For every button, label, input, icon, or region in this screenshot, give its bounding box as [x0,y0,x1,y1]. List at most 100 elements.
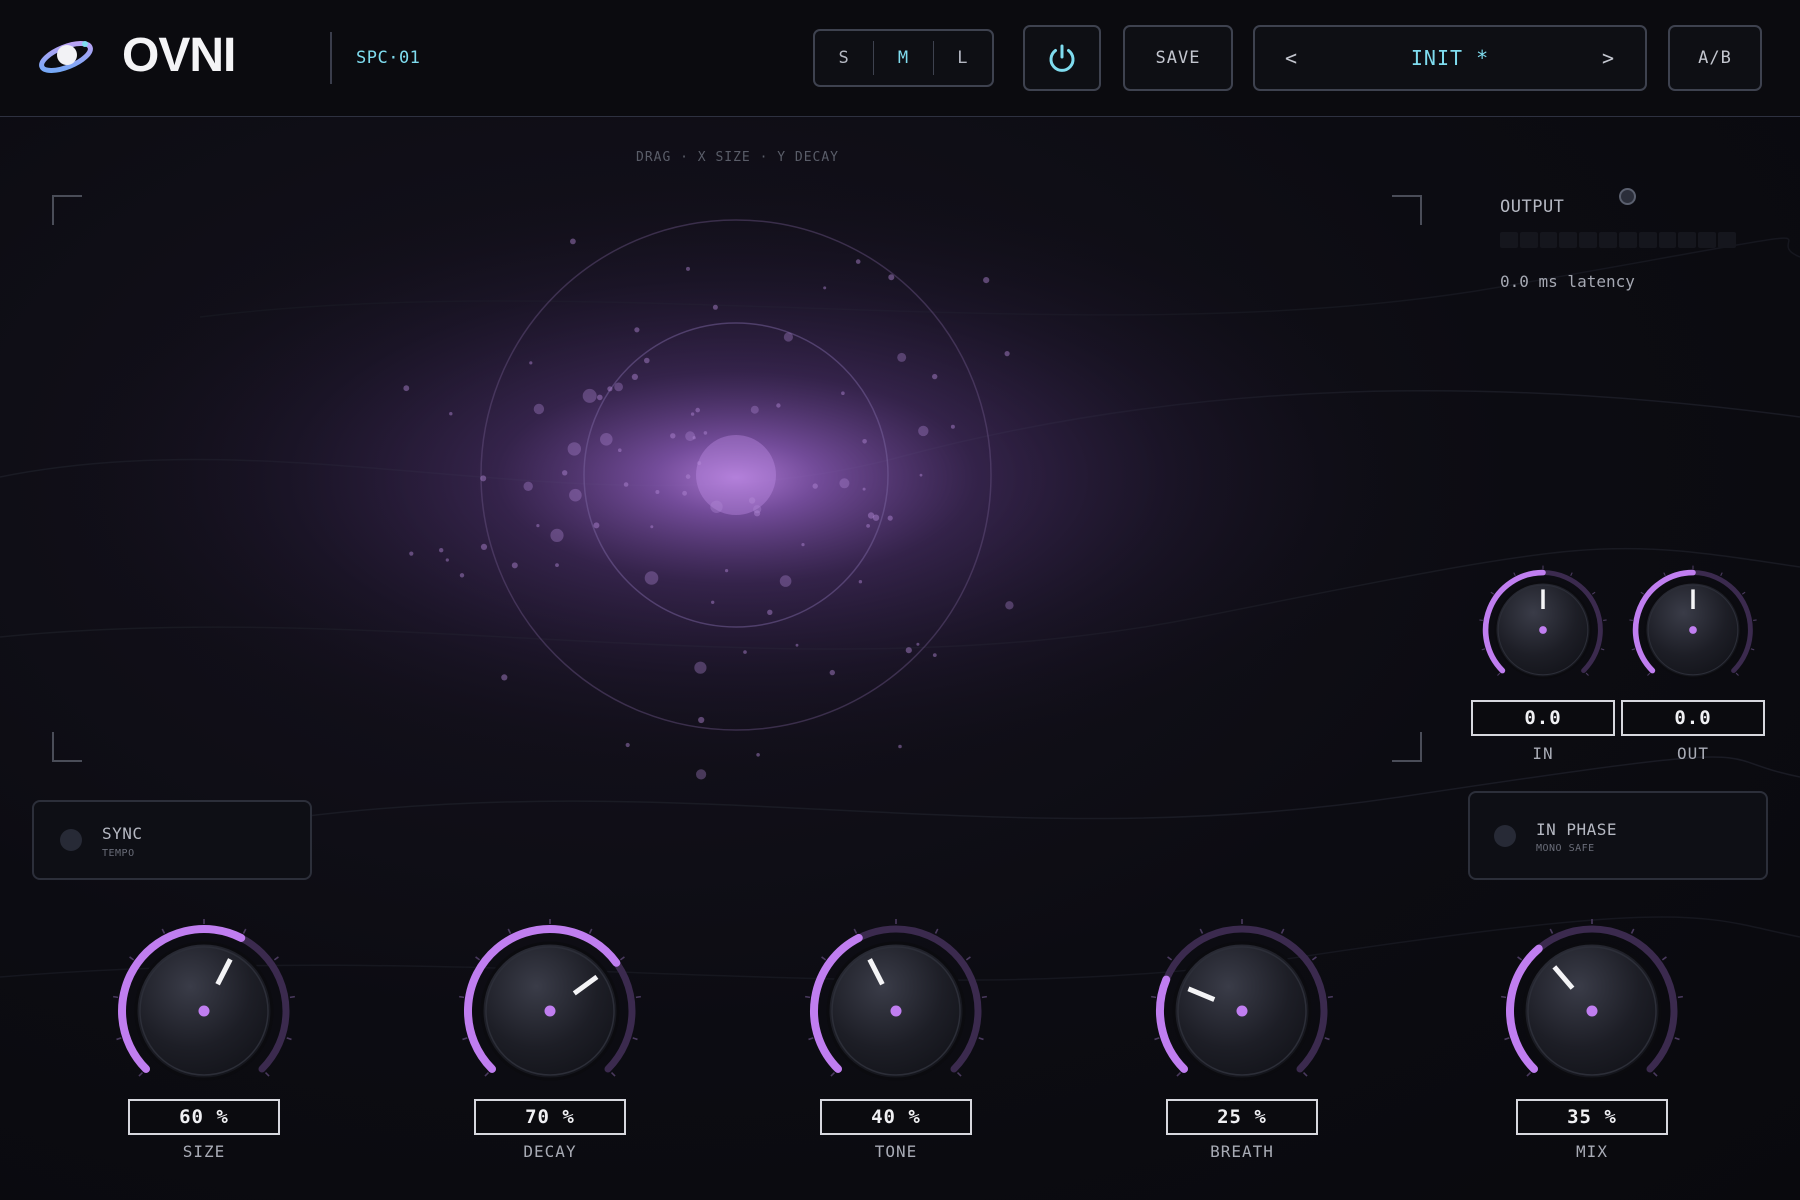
particle [685,431,695,442]
tone-knob[interactable] [796,911,996,1111]
tone-knob-tick [934,928,939,934]
particle [812,483,818,489]
particle [855,259,861,264]
mix-value[interactable]: 35 % [1516,1099,1668,1135]
particle [916,642,920,646]
in-knob-tick [1497,672,1501,676]
mix-knob-center-dot [1586,1005,1598,1017]
decay-knob-tick [619,956,625,961]
particle [1004,351,1010,357]
particle [783,332,794,342]
particle [862,487,866,491]
preset-name[interactable]: INIT * [1411,46,1489,70]
breath-knob-tick [1280,928,1285,934]
particle [750,405,759,414]
breath-knob[interactable] [1142,911,1342,1111]
sync-indicator [60,829,82,851]
particle [555,563,559,567]
particle [703,431,708,435]
size-knob-tick [116,1037,122,1041]
size-value[interactable]: 60 % [128,1099,280,1135]
size-option-m[interactable]: M [874,48,932,68]
particle [409,551,414,556]
particle [1005,601,1014,610]
header-bar: OVNI SPC·01 S M L SAVE < INIT * > A/B [0,0,1800,117]
input-gain-knob[interactable] [1473,560,1613,700]
decay-knob-center-dot [544,1005,556,1017]
in-knob-tick [1481,648,1486,651]
particle [950,424,955,429]
breath-knob-tick [1324,1037,1330,1041]
out-knob-tick [1631,648,1636,651]
particle [614,382,623,392]
meter-cell [1638,232,1657,248]
decay-knob-tick [459,995,465,999]
size-knob-center-dot [198,1005,210,1017]
in-knob-tick [1585,672,1589,676]
breath-knob-tick [1302,1071,1308,1077]
decay-value[interactable]: 70 % [474,1099,626,1135]
save-button[interactable]: SAVE [1123,25,1233,91]
output-gain-label: OUT [1677,744,1709,763]
size-option-l[interactable]: L [934,48,992,68]
space-display[interactable] [52,175,1420,780]
input-gain-value[interactable]: 0.0 [1471,700,1615,736]
output-meter [1500,232,1736,248]
meter-cell [1500,232,1518,248]
out-knob-tick [1735,672,1739,676]
particle [685,474,691,479]
out-knob-center-dot [1689,626,1697,634]
particle [625,742,630,748]
decay-knob-tick [610,1071,616,1077]
breath-knob-tick [1199,928,1204,934]
particle [403,385,410,392]
in-phase-toggle[interactable]: IN PHASE MONO SAFE [1468,791,1768,880]
meter-cell [1559,232,1578,248]
size-knob-tick [161,928,166,934]
particle [562,470,568,476]
ufo-ring-icon [39,41,93,73]
decay-knob-tick [475,956,481,961]
in-knob-tick [1513,572,1516,576]
particle [655,490,660,494]
particle [905,647,912,654]
mix-label: MIX [1576,1142,1608,1161]
tone-knob-tick [853,928,858,934]
tone-knob-tick [821,956,827,961]
size-knob-tick [242,928,247,934]
output-gain-knob[interactable] [1623,560,1763,700]
particle [480,543,488,550]
particle [862,439,867,444]
particle [725,569,729,573]
decay-knob[interactable] [450,911,650,1111]
particle [670,433,676,439]
sync-toggle[interactable]: SYNC TEMPO [32,800,312,880]
particle [801,543,805,547]
mix-knob[interactable] [1492,911,1692,1111]
size-knob[interactable] [104,911,304,1111]
tone-value[interactable]: 40 % [820,1099,972,1135]
latency-readout: 0.0 ms latency [1500,272,1635,291]
particle [634,327,640,333]
phase-indicator [1494,825,1516,847]
particle [888,274,895,281]
power-button[interactable] [1023,25,1101,91]
size-option-s[interactable]: S [815,48,873,68]
size-knob-tick [264,1071,270,1077]
mix-knob-tick [1549,928,1554,934]
particle [650,525,654,529]
preset-prev-button[interactable]: < [1285,46,1298,70]
output-gain-value[interactable]: 0.0 [1621,700,1765,736]
particle [897,352,907,362]
in-knob-tick [1600,648,1605,651]
preset-next-button[interactable]: > [1602,46,1615,70]
particle [449,412,453,416]
ab-compare-button[interactable]: A/B [1668,25,1762,91]
breath-value[interactable]: 25 % [1166,1099,1318,1135]
particle [756,753,760,757]
particle [867,512,875,519]
particle [644,571,659,585]
breath-knob-tick [1151,995,1157,999]
display-hint: DRAG · X SIZE · Y DECAY [636,150,840,165]
breath-knob-tick [1327,995,1333,999]
